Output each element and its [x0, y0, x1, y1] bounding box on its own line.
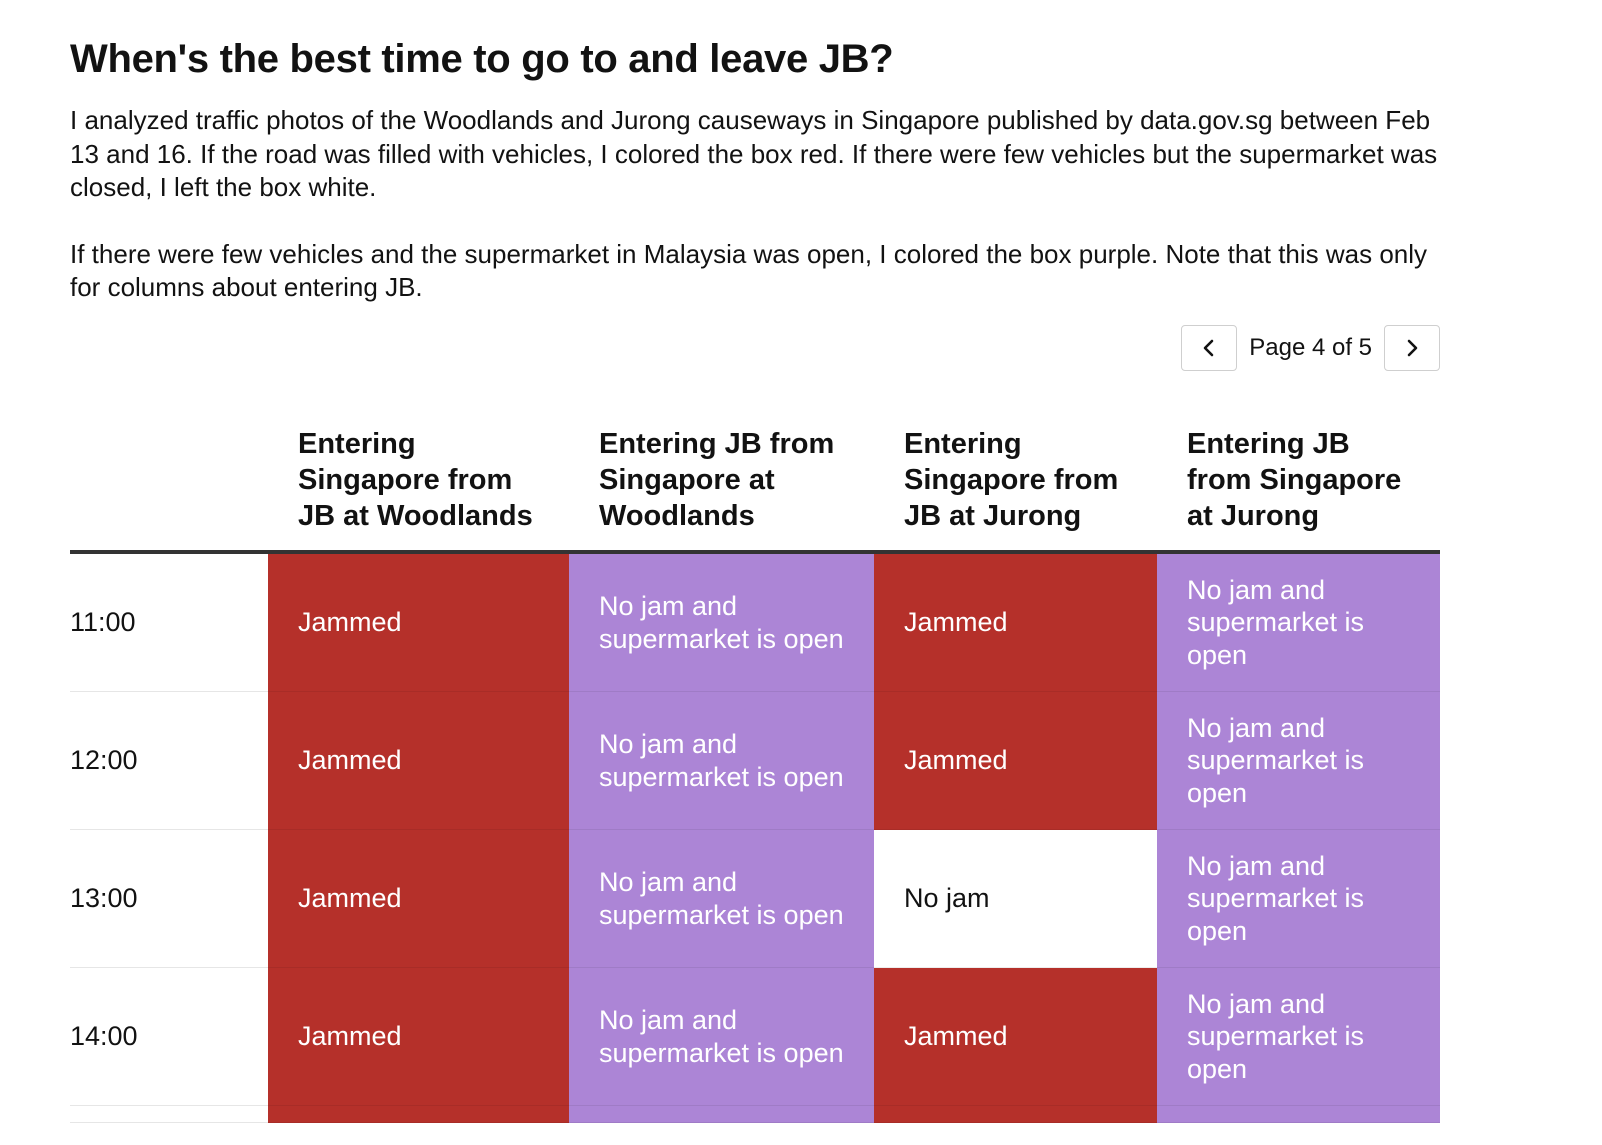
column-header-jb-jurong[interactable]: Entering JB from Singapore at Jurong [1157, 416, 1440, 554]
status-cell: No jam and supermarket is open [1157, 967, 1440, 1106]
status-cell: No jam [874, 829, 1157, 968]
status-cell: Jammed [268, 967, 569, 1106]
next-page-button[interactable] [1384, 325, 1440, 371]
page-title: When's the best time to go to and leave … [70, 37, 894, 81]
status-cell-cropped [268, 1105, 569, 1123]
intro-text: I analyzed traffic photos of the Woodlan… [70, 104, 1450, 305]
column-header-sg-jurong[interactable]: Entering Singapore from JB at Jurong [874, 416, 1157, 554]
table-header-row: Entering Singapore from JB at Woodlands … [70, 416, 1440, 554]
page-indicator: Page 4 of 5 [1249, 334, 1372, 361]
status-cell: No jam and supermarket is open [1157, 691, 1440, 830]
table-row: 13:00 Jammed No jam and supermarket is o… [70, 829, 1440, 968]
table-row: 12:00 Jammed No jam and supermarket is o… [70, 691, 1440, 830]
table-row: 11:00 Jammed No jam and supermarket is o… [70, 552, 1440, 692]
pagination: Page 4 of 5 [1181, 324, 1440, 372]
status-cell-cropped [1157, 1105, 1440, 1123]
status-cell: No jam and supermarket is open [569, 829, 874, 968]
time-cell: 11:00 [70, 552, 268, 692]
status-cell: No jam and supermarket is open [569, 691, 874, 830]
table-row-partial [70, 1105, 1440, 1123]
status-cell: Jammed [268, 829, 569, 968]
status-cell-cropped [569, 1105, 874, 1123]
status-cell: Jammed [268, 691, 569, 830]
table-row: 14:00 Jammed No jam and supermarket is o… [70, 967, 1440, 1106]
time-cell: 12:00 [70, 691, 268, 830]
previous-page-button[interactable] [1181, 325, 1238, 371]
traffic-table: Entering Singapore from JB at Woodlands … [70, 416, 1440, 1123]
status-cell: No jam and supermarket is open [569, 967, 874, 1106]
intro-paragraph-2: If there were few vehicles and the super… [70, 238, 1428, 303]
status-cell: Jammed [874, 552, 1157, 692]
column-header-jb-woodlands[interactable]: Entering JB from Singapore at Woodlands [569, 416, 874, 554]
chevron-right-icon [1403, 339, 1421, 357]
time-cell: 14:00 [70, 967, 268, 1106]
time-cell-cropped [70, 1105, 268, 1123]
status-cell: Jammed [874, 967, 1157, 1106]
chevron-left-icon [1200, 339, 1218, 357]
time-cell: 13:00 [70, 829, 268, 968]
status-cell: Jammed [268, 552, 569, 692]
status-cell: No jam and supermarket is open [1157, 829, 1440, 968]
status-cell-cropped [874, 1105, 1157, 1123]
status-cell: No jam and supermarket is open [1157, 552, 1440, 692]
column-header-sg-woodlands[interactable]: Entering Singapore from JB at Woodlands [268, 416, 569, 554]
column-header-time[interactable] [70, 416, 268, 554]
status-cell: Jammed [874, 691, 1157, 830]
intro-paragraph-1: I analyzed traffic photos of the Woodlan… [70, 105, 1438, 202]
status-cell: No jam and supermarket is open [569, 552, 874, 692]
